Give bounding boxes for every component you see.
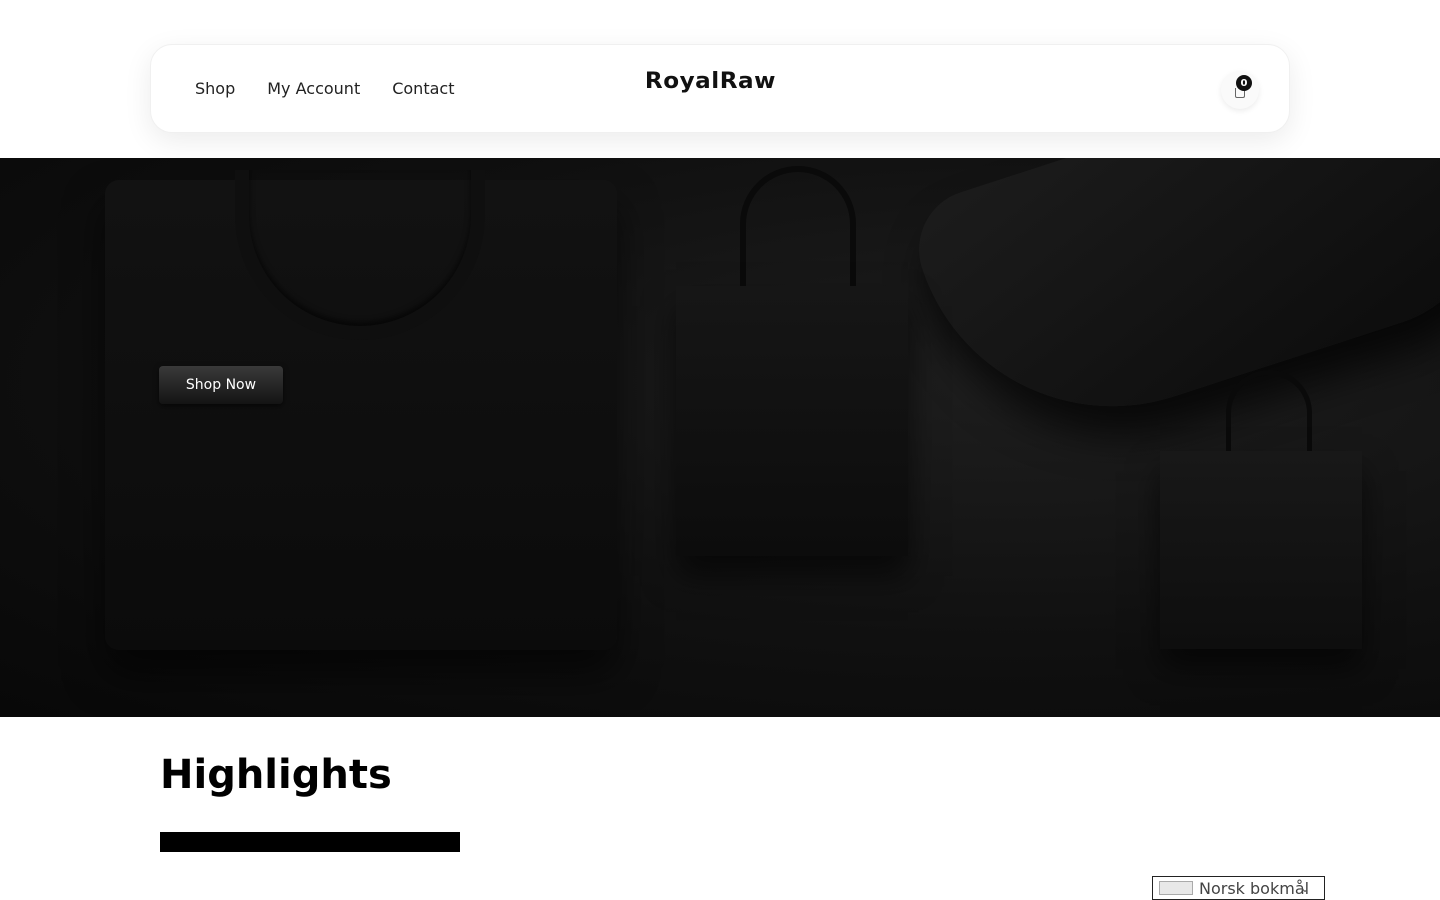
tshirt-collar <box>235 170 485 340</box>
highlights-heading: Highlights <box>160 752 392 798</box>
bag-handle <box>740 166 856 306</box>
nav-contact-link[interactable]: Contact <box>392 79 454 98</box>
language-switcher[interactable]: Norsk bokmål ⌄ <box>1152 876 1325 900</box>
highlights-underline <box>160 832 460 852</box>
cart-count-badge: 0 <box>1236 75 1252 91</box>
chevron-down-icon: ⌄ <box>1299 881 1310 895</box>
nav-bar: Shop My Account Contact RoyalRaw 0 <box>150 44 1290 133</box>
hero-shopping-bag-image <box>676 286 908 556</box>
hero-tshirt-image <box>105 170 617 650</box>
hero-shopping-bag-image <box>1160 451 1362 649</box>
shop-now-button[interactable]: Shop Now <box>159 366 283 404</box>
flag-icon <box>1159 881 1193 895</box>
nav-shop-link[interactable]: Shop <box>195 79 235 98</box>
main-nav: Shop My Account Contact <box>195 79 454 98</box>
site-logo[interactable]: RoyalRaw <box>645 69 776 94</box>
cart-button[interactable]: 0 <box>1221 71 1259 109</box>
language-label: Norsk bokmål <box>1199 878 1310 898</box>
hero-banner: Shop Now <box>0 158 1440 717</box>
site-header: Shop My Account Contact RoyalRaw 0 <box>0 0 1440 158</box>
nav-my-account-link[interactable]: My Account <box>267 79 360 98</box>
